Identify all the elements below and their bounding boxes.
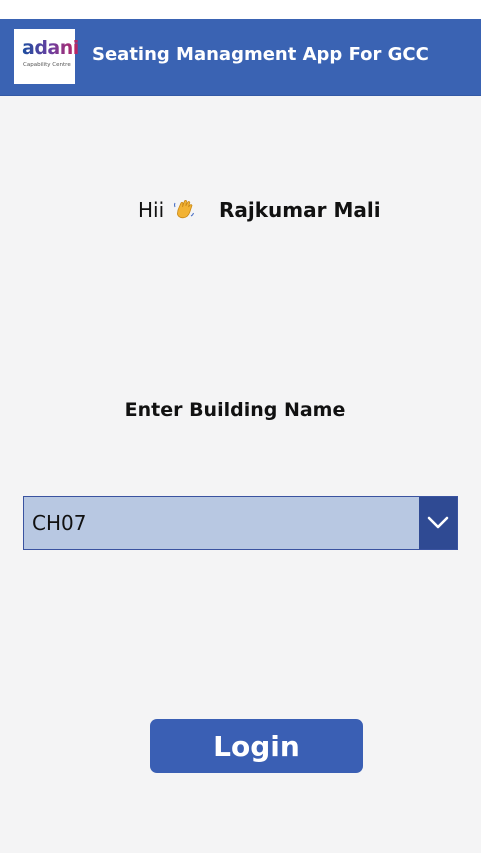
greeting-text: Hii: [138, 198, 165, 222]
logo-wordmark: adani: [22, 37, 79, 59]
user-name: Rajkumar Mali: [219, 198, 381, 222]
app-title: Seating Managment App For GCC: [92, 44, 429, 65]
building-dropdown[interactable]: CH07: [23, 496, 458, 550]
company-logo: adani Capability Centre: [14, 29, 79, 84]
login-button[interactable]: Login: [150, 719, 363, 773]
app-header: adani Capability Centre Seating Managmen…: [0, 0, 481, 96]
logo-subtext: Capability Centre: [23, 62, 71, 68]
chevron-down-icon: [427, 516, 449, 529]
dropdown-toggle-button[interactable]: [419, 497, 457, 549]
waving-hand-icon: [172, 197, 196, 221]
building-prompt-label: Enter Building Name: [124, 399, 346, 421]
building-dropdown-value: CH07: [32, 511, 87, 535]
